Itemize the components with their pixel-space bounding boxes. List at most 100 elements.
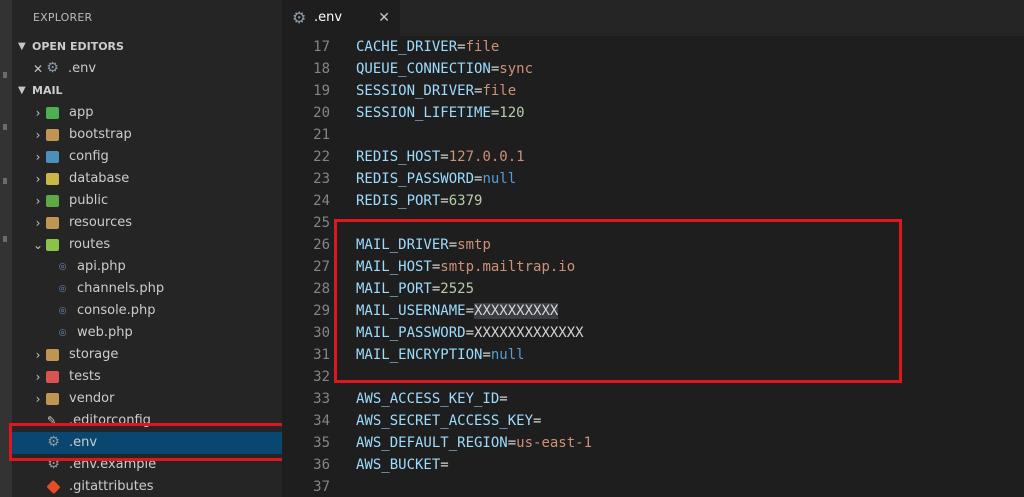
- env-key: MAIL_USERNAME: [356, 303, 466, 319]
- env-key: MAIL_PASSWORD: [356, 325, 466, 341]
- editorconfig-icon: ✎: [47, 414, 57, 427]
- tree-item[interactable]: ⌄ routes: [12, 234, 282, 256]
- tree-item-label: public: [69, 193, 109, 208]
- close-icon[interactable]: ✕: [32, 58, 44, 80]
- env-key: REDIS_PASSWORD: [356, 171, 475, 187]
- env-value: file: [465, 39, 500, 55]
- tree-item[interactable]: .gitattributes: [12, 476, 282, 497]
- chevron-right-icon[interactable]: ›: [32, 190, 44, 212]
- close-icon[interactable]: ✕: [378, 0, 390, 36]
- env-key: MAIL_HOST: [356, 259, 432, 275]
- env-key: REDIS_HOST: [356, 149, 441, 165]
- open-editor-env[interactable]: ✕ ⚙ .env: [12, 58, 282, 80]
- tree-item-label: .env: [69, 435, 98, 450]
- line-number: 17: [313, 39, 330, 55]
- code-line: 27 MAIL_HOST=smtp.mailtrap.io: [282, 256, 1024, 278]
- code-text: REDIS_HOST=127.0.0.1: [356, 146, 525, 168]
- env-key: AWS_ACCESS_KEY_ID: [356, 391, 500, 407]
- tree-item[interactable]: › resources: [12, 212, 282, 234]
- tree-item-label: storage: [69, 347, 119, 362]
- chevron-right-icon[interactable]: ›: [32, 344, 44, 366]
- line-number: 19: [313, 83, 330, 99]
- env-key: QUEUE_CONNECTION: [356, 61, 491, 77]
- folder-icon: [46, 129, 59, 141]
- activity-marker: [3, 72, 7, 78]
- git-icon: [46, 479, 61, 495]
- php-icon: ◎: [58, 262, 67, 272]
- tree-item[interactable]: › database: [12, 168, 282, 190]
- tree-item-label: resources: [69, 215, 133, 230]
- chevron-right-icon[interactable]: ›: [32, 124, 44, 146]
- code-text: AWS_DEFAULT_REGION=us-east-1: [356, 432, 592, 454]
- tree-item[interactable]: › config: [12, 146, 282, 168]
- chevron-right-icon[interactable]: ›: [32, 366, 44, 388]
- env-value: smtp: [457, 237, 491, 253]
- line-number: 18: [313, 61, 330, 77]
- chevron-right-icon[interactable]: ›: [32, 168, 44, 190]
- project-label: MAIL: [32, 84, 63, 97]
- env-value: null: [482, 171, 517, 187]
- tree-item[interactable]: › app: [12, 102, 282, 124]
- chevron-right-icon[interactable]: ›: [32, 146, 44, 168]
- line-number: 35: [313, 435, 330, 451]
- chevron-right-icon[interactable]: ›: [32, 102, 44, 124]
- tree-item[interactable]: ✎ .editorconfig: [12, 410, 282, 432]
- explorer-sidebar: EXPLORER ▼ OPEN EDITORS ✕ ⚙ .env ▼ MAIL …: [12, 0, 282, 497]
- tree-item[interactable]: ◎ channels.php: [12, 278, 282, 300]
- explorer-title: EXPLORER: [33, 11, 93, 24]
- tree-item[interactable]: › public: [12, 190, 282, 212]
- env-value: XXXXXXXXXX: [474, 303, 559, 319]
- env-key: MAIL_DRIVER: [356, 237, 449, 253]
- line-number: 21: [313, 127, 330, 143]
- code-text: MAIL_DRIVER=smtp: [356, 234, 491, 256]
- chevron-down-icon[interactable]: ⌄: [32, 234, 44, 256]
- equals-sign: =: [465, 303, 475, 319]
- tree-item[interactable]: › storage: [12, 344, 282, 366]
- tree-item[interactable]: › bootstrap: [12, 124, 282, 146]
- tree-item-label: routes: [69, 237, 111, 252]
- line-number: 30: [313, 325, 330, 341]
- env-key: SESSION_LIFETIME: [356, 105, 491, 121]
- code-editor[interactable]: 17 CACHE_DRIVER=file 18 QUEUE_CONNECTION=sy…: [282, 36, 1024, 497]
- code-text: SESSION_LIFETIME=120: [356, 102, 525, 124]
- tree-item-label: bootstrap: [69, 127, 132, 142]
- code-text: AWS_ACCESS_KEY_ID=: [356, 388, 508, 410]
- env-key: AWS_DEFAULT_REGION: [356, 435, 508, 451]
- tree-item[interactable]: ◎ api.php: [12, 256, 282, 278]
- open-editors-section[interactable]: ▼ OPEN EDITORS: [12, 36, 282, 58]
- env-value: 127.0.0.1: [448, 149, 525, 165]
- activity-marker: [3, 236, 7, 242]
- tree-item[interactable]: ◎ web.php: [12, 322, 282, 344]
- chevron-right-icon[interactable]: ›: [32, 212, 44, 234]
- tree-item[interactable]: ⚙ .env.example: [12, 454, 282, 476]
- code-line: 34 AWS_SECRET_ACCESS_KEY=: [282, 410, 1024, 432]
- chevron-down-icon: ▼: [18, 41, 26, 52]
- tree-item[interactable]: ⚙ .env: [12, 432, 282, 454]
- line-number: 32: [313, 369, 330, 385]
- project-section[interactable]: ▼ MAIL: [12, 80, 282, 102]
- tree-item[interactable]: ◎ console.php: [12, 300, 282, 322]
- env-value: 6379: [448, 193, 483, 209]
- tree-item-label: vendor: [69, 391, 115, 406]
- tree-item[interactable]: › tests: [12, 366, 282, 388]
- chevron-right-icon[interactable]: ›: [32, 388, 44, 410]
- code-line: 25: [282, 212, 1024, 234]
- code-line: 24 REDIS_PORT=6379: [282, 190, 1024, 212]
- open-editors-label: OPEN EDITORS: [32, 40, 124, 53]
- line-number: 26: [313, 237, 330, 253]
- php-icon: ◎: [58, 306, 67, 316]
- tree-item-label: tests: [69, 369, 101, 384]
- line-number: 24: [313, 193, 330, 209]
- code-line: 19 SESSION_DRIVER=file: [282, 80, 1024, 102]
- code-text: MAIL_HOST=smtp.mailtrap.io: [356, 256, 575, 278]
- tree-item-label: app: [69, 105, 94, 120]
- env-value: 2525: [440, 281, 475, 297]
- code-text: MAIL_ENCRYPTION=null: [356, 344, 525, 366]
- gear-icon: ⚙: [47, 434, 60, 450]
- folder-icon: [46, 393, 59, 405]
- php-icon: ◎: [58, 284, 67, 294]
- code-text: REDIS_PASSWORD=null: [356, 168, 516, 190]
- database-folder-icon: [46, 173, 59, 185]
- tree-item[interactable]: › vendor: [12, 388, 282, 410]
- tab-env[interactable]: ⚙ .env ✕: [282, 0, 400, 36]
